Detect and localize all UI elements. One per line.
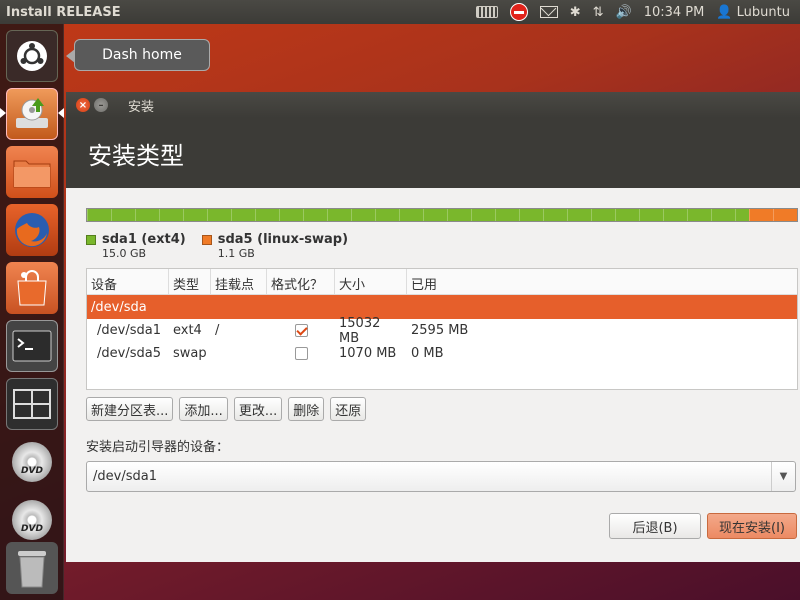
firefox-icon[interactable]	[6, 204, 58, 256]
partition-legend: sda1 (ext4) 15.0 GB sda5 (linux-swap) 1.…	[86, 232, 348, 260]
legend-name: sda1 (ext4)	[102, 232, 186, 247]
dvd-icon[interactable]: DVD	[6, 436, 58, 488]
cell-type: ext4	[173, 323, 202, 338]
delete-partition-button[interactable]: 删除	[288, 397, 325, 421]
change-partition-button[interactable]: 更改...	[233, 397, 283, 421]
bootloader-select[interactable]: /dev/sda1 ▼	[86, 461, 796, 492]
install-now-button[interactable]: 现在安装(I)	[707, 513, 797, 539]
bootloader-label: 安装启动引导器的设备：	[86, 440, 230, 455]
volume-icon[interactable]: 🔊	[616, 0, 632, 24]
bootloader-value: /dev/sda1	[93, 469, 157, 484]
col-used[interactable]: 已用	[407, 269, 797, 294]
cell-device: /dev/sda1	[97, 323, 161, 338]
dvd-icon[interactable]: DVD	[6, 494, 58, 546]
chevron-down-icon[interactable]: ▼	[771, 462, 795, 491]
window-title-top: Install RELEASE	[6, 4, 121, 20]
top-panel: Install RELEASE ✱ ⇅ 🔊 10:34 PM 👤 Lubuntu	[0, 0, 800, 24]
network-icon[interactable]: ⇅	[593, 0, 604, 24]
add-partition-button[interactable]: 添加...	[179, 397, 228, 421]
cell-format	[267, 347, 335, 360]
installer-window: × – 安装 安装类型 sda1 (ext4) 15.0 GB sda5 (li…	[66, 92, 800, 562]
active-indicator	[0, 108, 6, 118]
cell-mount: /	[215, 323, 220, 338]
back-button[interactable]: 后退(B)	[609, 513, 701, 539]
cell-size: 1070 MB	[339, 346, 397, 361]
window-titlebar: × – 安装	[66, 92, 800, 118]
legend-size: 15.0 GB	[102, 247, 147, 260]
minimize-button[interactable]: –	[94, 98, 108, 112]
bluetooth-icon[interactable]: ✱	[570, 0, 581, 24]
launcher: DVD DVD	[0, 24, 64, 600]
dash-home-tooltip: Dash home	[66, 39, 210, 71]
legend-sda5: sda5 (linux-swap) 1.1 GB	[201, 232, 349, 260]
cell-type: swap	[173, 346, 207, 361]
mail-icon[interactable]	[539, 0, 558, 24]
format-checkbox[interactable]	[294, 324, 308, 337]
partition-bar-sda1	[87, 209, 749, 221]
partition-bar	[86, 208, 798, 222]
partition-table[interactable]: 设备 类型 挂载点 格式化？ 大小 已用 /dev/sda /dev/sda1 …	[86, 268, 798, 390]
workspace-switcher-icon[interactable]	[6, 378, 58, 430]
cell-size: 15032 MB	[339, 315, 381, 346]
system-tray: ✱ ⇅ 🔊 10:34 PM 👤 Lubuntu	[475, 0, 800, 24]
user-name: Lubuntu	[736, 4, 790, 20]
table-header: 设备 类型 挂载点 格式化？ 大小 已用	[87, 269, 797, 295]
software-center-icon[interactable]	[6, 262, 58, 314]
new-partition-table-button[interactable]: 新建分区表...	[86, 397, 174, 421]
files-icon[interactable]	[6, 146, 58, 198]
col-device[interactable]: 设备	[87, 269, 169, 294]
user-menu[interactable]: 👤 Lubuntu	[716, 0, 790, 24]
col-type[interactable]: 类型	[169, 269, 211, 294]
cell-used: 0 MB	[411, 346, 444, 361]
dvd-label: DVD	[21, 524, 43, 534]
close-button[interactable]: ×	[76, 98, 90, 112]
table-row[interactable]: /dev/sda1 ext4 / 15032 MB 2595 MB	[87, 316, 797, 346]
cell-device: /dev/sda5	[97, 346, 161, 361]
legend-swatch	[86, 235, 96, 245]
table-row[interactable]: /dev/sda	[87, 295, 797, 319]
col-mount[interactable]: 挂载点	[211, 269, 267, 294]
dvd-label: DVD	[21, 466, 43, 476]
table-row[interactable]: /dev/sda5 swap 1070 MB 0 MB	[87, 342, 797, 365]
keyboard-icon[interactable]	[475, 0, 498, 24]
dash-home-icon[interactable]	[6, 30, 58, 82]
focused-indicator	[58, 108, 64, 118]
legend-sda1: sda1 (ext4) 15.0 GB	[86, 232, 186, 260]
page-title: 安装类型	[66, 118, 800, 188]
format-checkbox[interactable]	[294, 347, 308, 360]
legend-swatch	[201, 235, 212, 245]
col-format[interactable]: 格式化？	[267, 269, 335, 294]
window-title: 安装	[128, 99, 155, 115]
legend-name: sda5 (linux-swap)	[217, 232, 349, 247]
trash-icon[interactable]	[6, 542, 58, 594]
user-icon: 👤	[716, 4, 737, 20]
terminal-icon[interactable]	[6, 320, 58, 372]
partition-bar-sda5	[748, 209, 797, 221]
col-size[interactable]: 大小	[335, 269, 407, 294]
revert-button[interactable]: 还原	[330, 397, 367, 421]
cell-device: /dev/sda	[91, 299, 147, 315]
stop-icon[interactable]	[509, 0, 528, 24]
clock[interactable]: 10:34 PM	[644, 0, 705, 24]
cell-format	[267, 324, 335, 337]
legend-size: 1.1 GB	[217, 247, 255, 260]
installer-icon[interactable]	[6, 88, 58, 140]
cell-used: 2595 MB	[411, 323, 469, 338]
partition-actions: 新建分区表... 添加... 更改... 删除 还原	[86, 397, 367, 421]
